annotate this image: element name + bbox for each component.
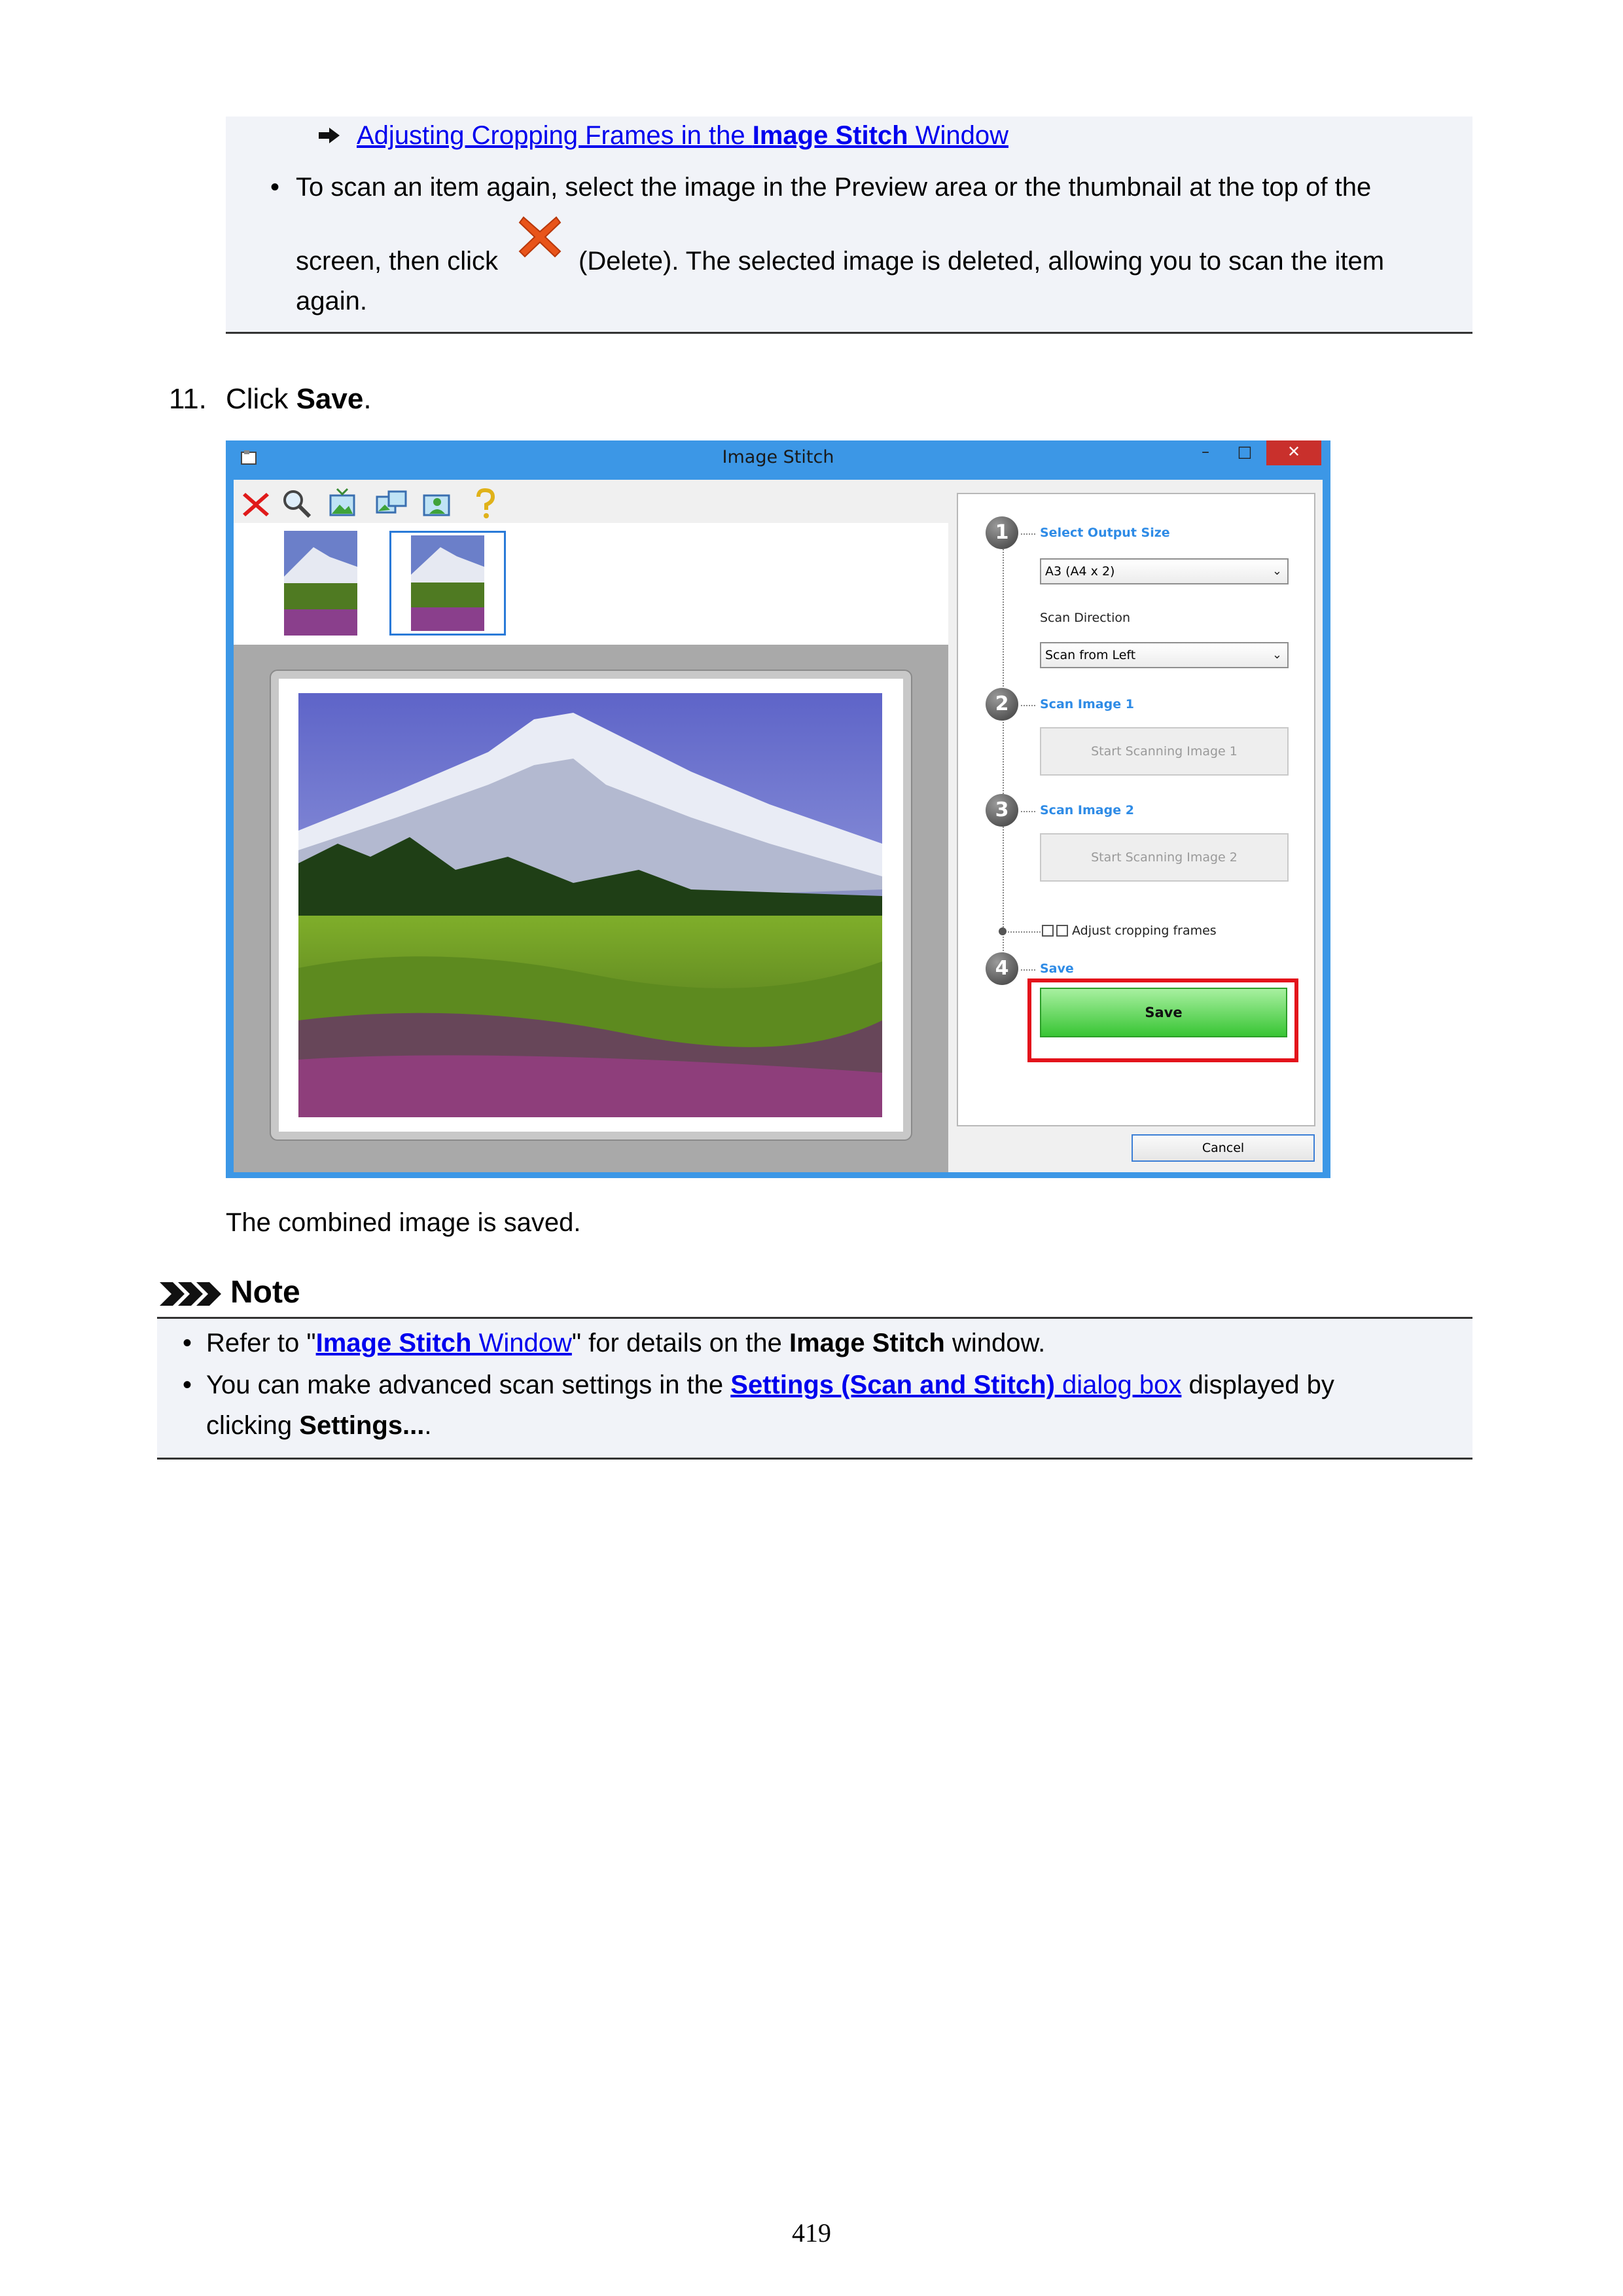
step-1-badge: 1 <box>986 516 1018 549</box>
scan-direction-select[interactable]: Scan from Left ⌄ <box>1040 642 1289 668</box>
arrow-right-icon <box>319 128 340 143</box>
minimize-button[interactable]: – <box>1188 440 1223 465</box>
link-bold: Settings (Scan and Stitch) <box>730 1371 1055 1399</box>
note-item-1-mid: " for details on the <box>571 1329 790 1357</box>
note-item-2-pre: You can make advanced scan settings in t… <box>206 1371 731 1399</box>
toolbar <box>234 480 948 523</box>
bullet: • <box>270 173 279 202</box>
caption-text: The combined image is saved. <box>226 1208 581 1237</box>
title-bar: Image Stitch – □ ✕ <box>226 440 1330 477</box>
step-number: 11. <box>169 383 207 415</box>
paragraph-line: screen, then click <box>296 247 499 276</box>
step-dot <box>999 927 1007 935</box>
bullet: • <box>182 1329 192 1357</box>
image-icon[interactable] <box>325 486 359 520</box>
dotted-connector <box>1021 533 1035 535</box>
note-item-2-line2-post: . <box>424 1411 432 1440</box>
thumbnail-image-2-selected[interactable] <box>389 531 506 636</box>
link-text-bold: Image Stitch <box>752 121 908 150</box>
note-item-1-bold: Image Stitch <box>789 1329 945 1357</box>
link-settings-scan-and-stitch[interactable]: Settings (Scan and Stitch) dialog box <box>730 1371 1181 1399</box>
step-connector <box>1003 533 1004 959</box>
paragraph-line: again. <box>296 287 367 315</box>
paragraph-line: To scan an item again, select the image … <box>296 173 1372 202</box>
window-client: 1 Select Output Size A3 (A4 x 2) ⌄ Scan … <box>234 480 1323 1172</box>
note-item-2-line2-bold: Settings... <box>299 1411 425 1440</box>
link-bold: Image Stitch <box>315 1329 472 1357</box>
chevron-down-icon: ⌄ <box>1272 648 1282 662</box>
step-4-badge: 4 <box>986 952 1018 985</box>
image-person-icon[interactable] <box>420 486 454 520</box>
scan-image-2-label: Scan Image 2 <box>1040 803 1134 817</box>
step-3-badge: 3 <box>986 794 1018 827</box>
delete-icon[interactable] <box>239 486 273 520</box>
link-text-1: Adjusting Cropping Frames in the <box>357 121 753 150</box>
link-rest: Window <box>471 1329 572 1357</box>
note-item-1: Refer to "Image Stitch Window" for detai… <box>206 1327 1045 1359</box>
thumbnail-image-1[interactable] <box>284 531 357 636</box>
bullet: • <box>182 1371 192 1399</box>
stitch-settings-panel: 1 Select Output Size A3 (A4 x 2) ⌄ Scan … <box>957 493 1315 1126</box>
zoom-icon[interactable] <box>279 486 313 520</box>
dotted-connector <box>1021 811 1035 812</box>
save-step-label: Save <box>1040 961 1074 976</box>
thumbnail-area <box>234 523 948 645</box>
adjust-cropping-frames-checkbox[interactable] <box>1056 925 1068 937</box>
mountain-meadow-photo[interactable] <box>298 693 882 1117</box>
note-item-2-line2: clicking Settings.... <box>206 1409 432 1442</box>
scan-image-1-label: Scan Image 1 <box>1040 697 1134 711</box>
step-2-badge: 2 <box>986 688 1018 721</box>
window-title: Image Stitch <box>722 447 834 467</box>
note-item-2-post: displayed by <box>1181 1371 1334 1399</box>
dotted-connector <box>1021 969 1035 971</box>
dotted-connector <box>1008 931 1041 933</box>
step-text-end: . <box>363 383 372 415</box>
link-rest: dialog box <box>1054 1371 1182 1399</box>
adjust-cropping-frames-label: Adjust cropping frames <box>1072 924 1217 938</box>
output-size-select[interactable]: A3 (A4 x 2) ⌄ <box>1040 558 1289 584</box>
scan-direction-value: Scan from Left <box>1045 648 1136 662</box>
note-item-2: You can make advanced scan settings in t… <box>206 1369 1334 1401</box>
link-image-stitch-window[interactable]: Image Stitch Window <box>316 1329 572 1357</box>
output-size-value: A3 (A4 x 2) <box>1045 564 1115 579</box>
preview-page <box>279 679 903 1132</box>
note-chevrons-icon <box>160 1282 221 1306</box>
step-text-bold: Save <box>296 383 364 415</box>
step-text: Click Save. <box>226 382 372 416</box>
note-title: Note <box>230 1275 300 1310</box>
note-item-2-line2-pre: clicking <box>206 1411 300 1440</box>
save-button[interactable]: Save <box>1040 988 1287 1037</box>
preview-area <box>234 645 948 1172</box>
delete-icon <box>518 216 562 258</box>
dotted-connector <box>1021 705 1035 706</box>
link-text-3: Window <box>908 121 1008 150</box>
cancel-button[interactable]: Cancel <box>1132 1134 1315 1162</box>
paragraph-line: (Delete). The selected image is deleted,… <box>579 247 1385 276</box>
select-output-size-label: Select Output Size <box>1040 526 1170 540</box>
image-swap-icon[interactable] <box>374 486 408 520</box>
note-item-1-post: window. <box>944 1329 1046 1357</box>
image-stitch-window: Image Stitch – □ ✕ 1 Select Output Size … <box>226 440 1330 1178</box>
close-button[interactable]: ✕ <box>1266 440 1321 465</box>
page-number: 419 <box>792 2218 831 2248</box>
start-scanning-image-1-button[interactable]: Start Scanning Image 1 <box>1040 727 1289 776</box>
step-text-pre: Click <box>226 383 296 415</box>
chevron-down-icon: ⌄ <box>1272 564 1282 578</box>
help-icon[interactable] <box>468 486 502 520</box>
maximize-button[interactable]: □ <box>1227 440 1262 465</box>
note-item-1-pre: Refer to " <box>206 1329 316 1357</box>
thumbnail-photo <box>411 535 484 631</box>
start-scanning-image-2-button[interactable]: Start Scanning Image 2 <box>1040 833 1289 882</box>
adjust-cropping-checkbox-placeholder <box>1042 925 1054 937</box>
preview-frame <box>270 670 912 1141</box>
link-adjusting-cropping-frames[interactable]: Adjusting Cropping Frames in the Image S… <box>357 120 1008 151</box>
scan-direction-label: Scan Direction <box>1040 611 1131 625</box>
